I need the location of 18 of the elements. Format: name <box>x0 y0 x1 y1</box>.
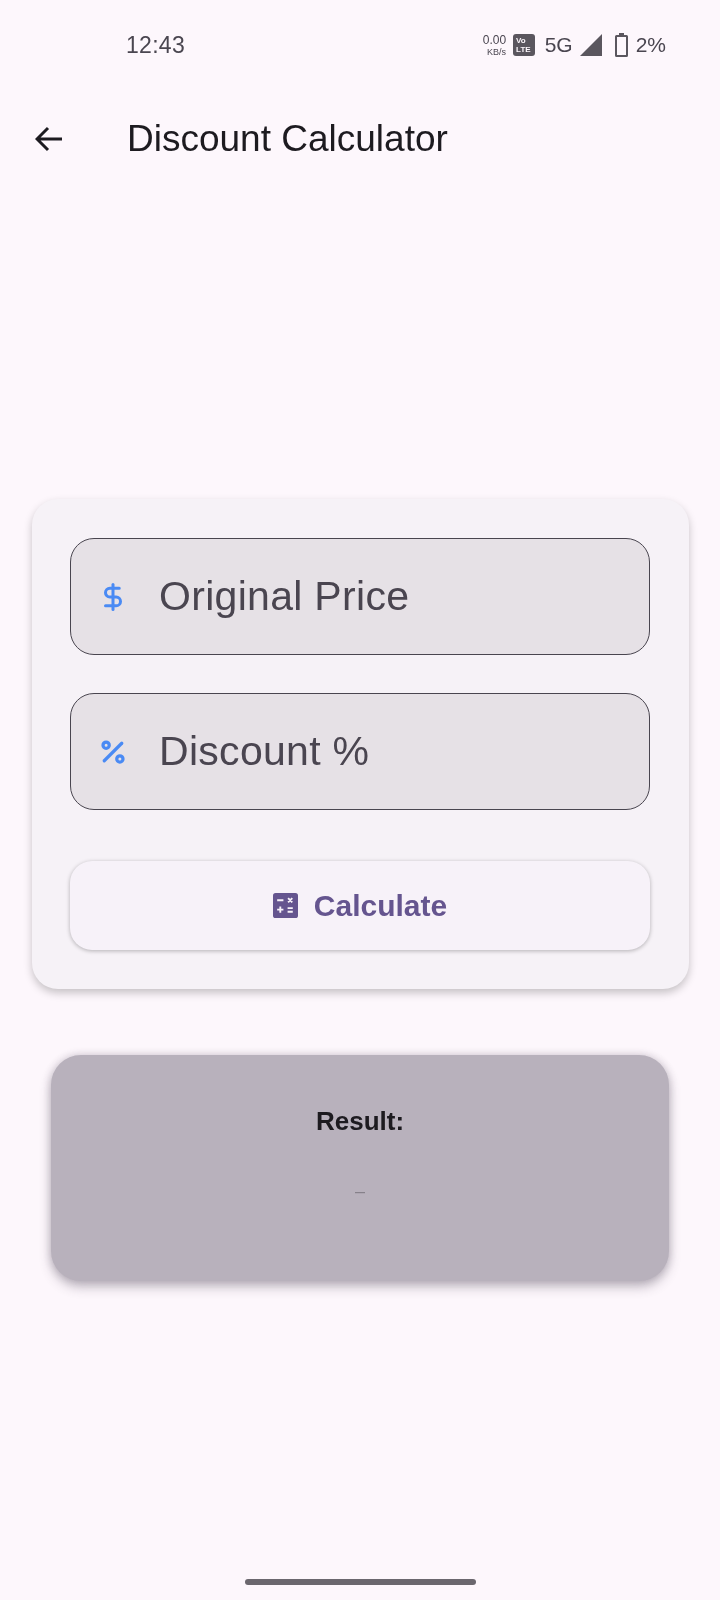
battery-percent: 2% <box>635 33 666 57</box>
status-time: 12:43 <box>126 31 186 59</box>
signal-icon <box>579 34 602 56</box>
back-arrow-icon <box>35 126 63 152</box>
calculate-button[interactable]: Calculate <box>70 861 650 950</box>
battery-icon <box>614 33 628 57</box>
result-label: Result: <box>315 1106 405 1137</box>
back-button[interactable] <box>35 125 63 153</box>
input-field[interactable]: Discount % <box>70 693 650 810</box>
network-type: 5G <box>544 33 573 57</box>
calculator-icon <box>272 893 298 918</box>
navigation-handle[interactable] <box>244 1579 476 1585</box>
input-field[interactable]: Original Price <box>70 538 650 655</box>
volte-badge: Vo LTE <box>513 34 535 56</box>
screen-title: Discount Calculator <box>127 118 448 160</box>
result-value: – <box>355 1181 365 1202</box>
network-speed-unit: KB/s <box>487 47 507 57</box>
network-speed: 0.00 <box>482 33 507 46</box>
